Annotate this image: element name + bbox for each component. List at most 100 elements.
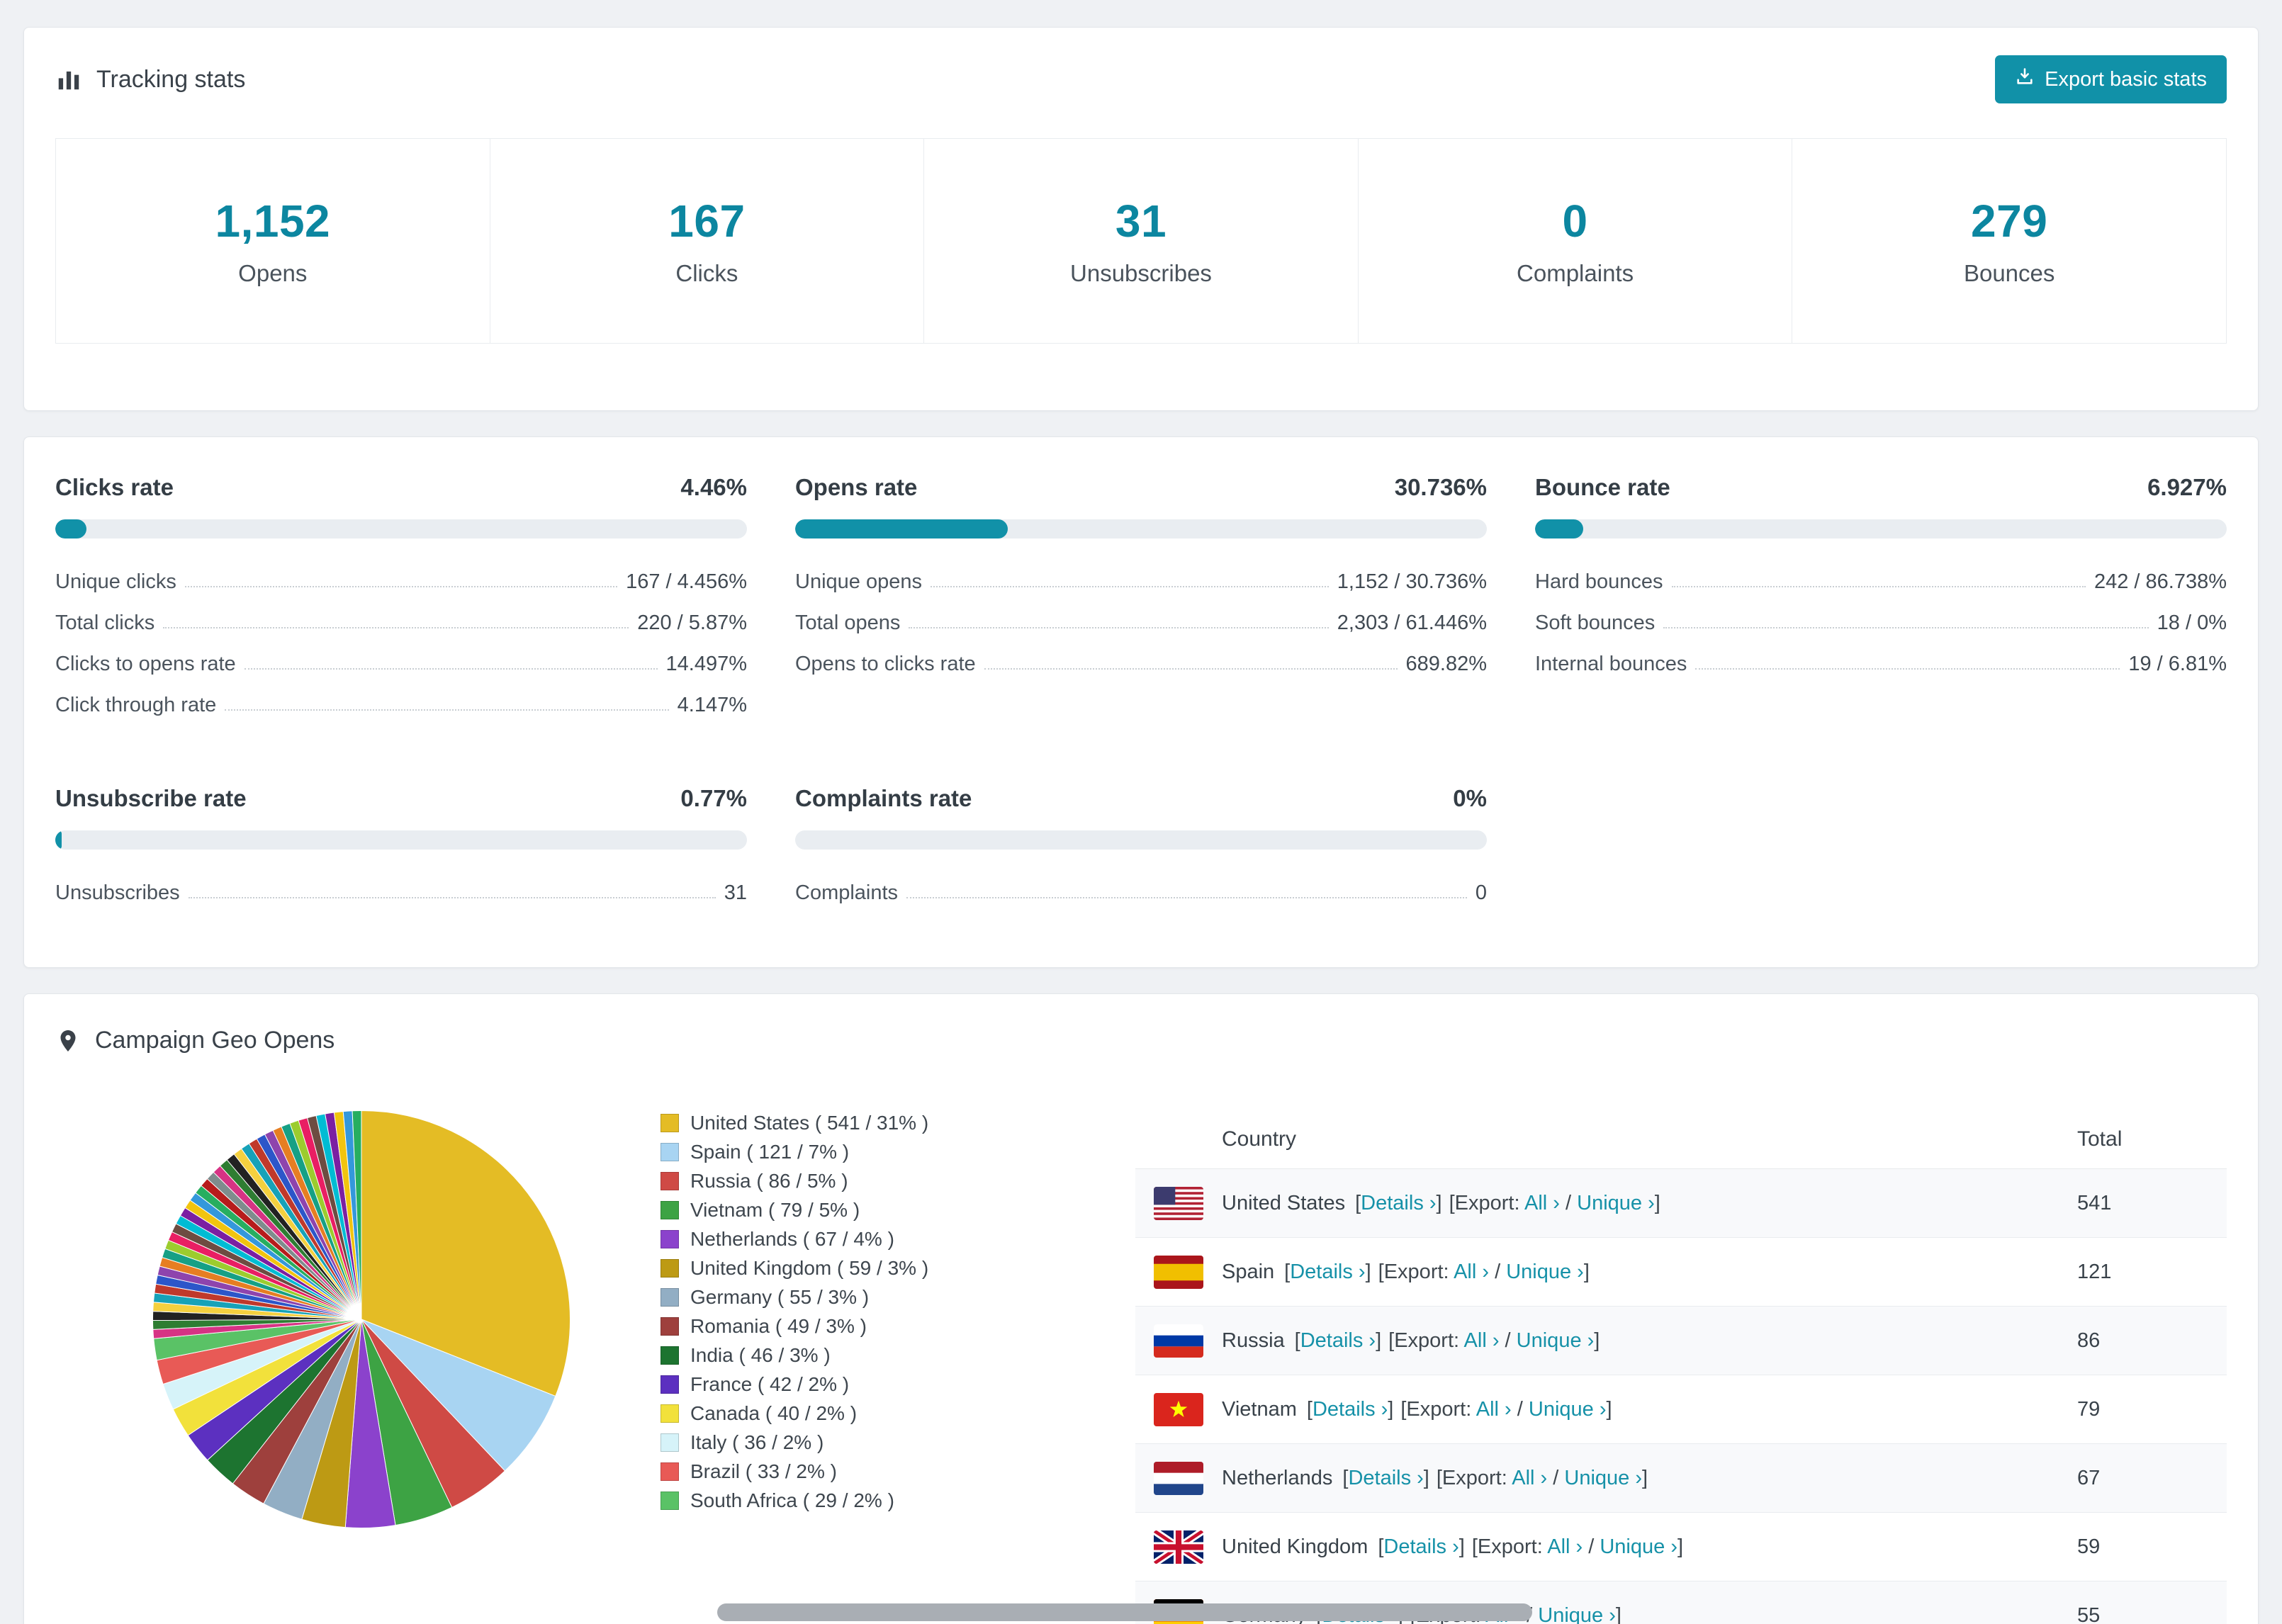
country-flag: [1154, 1392, 1203, 1426]
horizontal-scrollbar[interactable]: [717, 1603, 1532, 1621]
legend-swatch: [661, 1433, 679, 1452]
rate-progress-bar: [1535, 519, 2227, 538]
rate-block: Bounce rate 6.927% Hard bounces 242 / 86…: [1535, 474, 2227, 717]
legend-item[interactable]: South Africa ( 29 / 2% ): [661, 1486, 1029, 1515]
country-cell: Spain [Details ›] [Export: All › / Unique…: [1154, 1255, 2077, 1289]
country-total: 541: [2077, 1191, 2112, 1214]
legend-item[interactable]: France ( 42 / 2% ): [661, 1370, 1029, 1399]
stat-box: 31 Unsubscribes: [923, 139, 1358, 343]
export-all-link[interactable]: All ›: [1524, 1192, 1560, 1214]
legend-label: Vietnam ( 79 / 5% ): [690, 1198, 860, 1221]
stats-row: 1,152 Opens 167 Clicks 31 Unsubscribes 0…: [55, 138, 2227, 344]
export-unique-link[interactable]: Unique ›: [1506, 1261, 1584, 1283]
country-cell: United States [Details ›] [Export: All › …: [1154, 1186, 2077, 1220]
export-all-link[interactable]: All ›: [1547, 1535, 1583, 1558]
dotted-leader: [1671, 586, 2086, 587]
tracking-stats-title-text: Tracking stats: [96, 65, 246, 93]
legend-label: France ( 42 / 2% ): [690, 1372, 850, 1395]
dotted-leader: [244, 668, 658, 670]
stat-value: 31: [1115, 196, 1167, 247]
geo-table-body: United States [Details ›] [Export: All › …: [1135, 1169, 2227, 1624]
legend-item[interactable]: Germany ( 55 / 3% ): [661, 1282, 1029, 1312]
rate-progress-bar: [55, 519, 747, 538]
details-link[interactable]: Details ›: [1361, 1192, 1436, 1214]
rate-row: Soft bounces 18 / 0%: [1535, 594, 2227, 635]
export-unique-link[interactable]: Unique ›: [1517, 1329, 1595, 1352]
stat-value: 1,152: [215, 196, 331, 247]
legend-swatch: [661, 1491, 679, 1510]
rate-row: Internal bounces 19 / 6.81%: [1535, 635, 2227, 676]
export-unique-link[interactable]: Unique ›: [1600, 1535, 1677, 1558]
export-all-link[interactable]: All ›: [1464, 1329, 1500, 1352]
dotted-leader: [909, 627, 1329, 628]
legend-item[interactable]: Russia ( 86 / 5% ): [661, 1166, 1029, 1195]
rate-row-value: 31: [724, 881, 747, 904]
legend-label: Romania ( 49 / 3% ): [690, 1314, 867, 1337]
country-total: 121: [2077, 1260, 2112, 1283]
legend-item[interactable]: Canada ( 40 / 2% ): [661, 1399, 1029, 1428]
dotted-leader: [906, 897, 1467, 898]
details-link[interactable]: Details ›: [1348, 1467, 1423, 1489]
legend-swatch: [661, 1404, 679, 1423]
legend-swatch: [661, 1200, 679, 1219]
rate-row-value: 242 / 86.738%: [2093, 570, 2227, 593]
country-links: [Details ›][Export: All › / Unique ›]: [1306, 1397, 1612, 1421]
country-flag: [1154, 1530, 1203, 1564]
legend-item[interactable]: Italy ( 36 / 2% ): [661, 1428, 1029, 1457]
rate-row-value: 14.497%: [665, 653, 748, 675]
dotted-leader: [984, 668, 1398, 670]
dotted-leader: [225, 709, 669, 711]
rate-progress-fill: [1535, 519, 1583, 538]
geo-table-header: Country Total: [1135, 1110, 2227, 1169]
geo-pie-legend: United States ( 541 / 31% ) Spain ( 121 …: [661, 1100, 1029, 1624]
legend-swatch: [661, 1113, 679, 1132]
legend-item[interactable]: United States ( 541 / 31% ): [661, 1108, 1029, 1137]
legend-item[interactable]: Brazil ( 33 / 2% ): [661, 1457, 1029, 1486]
country-links: [Details ›][Export: All › / Unique ›]: [1378, 1535, 1684, 1558]
rate-row: Unique clicks 167 / 4.456%: [55, 553, 747, 594]
rate-row: Unique opens 1,152 / 30.736%: [795, 553, 1487, 594]
details-link[interactable]: Details ›: [1313, 1398, 1388, 1421]
export-basic-stats-button[interactable]: Export basic stats: [1995, 55, 2227, 103]
stat-label: Clicks: [675, 260, 738, 286]
details-link[interactable]: Details ›: [1300, 1329, 1376, 1352]
rate-value: 6.927%: [2147, 474, 2227, 500]
legend-label: India ( 46 / 3% ): [690, 1343, 831, 1366]
export-all-link[interactable]: All ›: [1476, 1398, 1512, 1421]
details-link[interactable]: Details ›: [1383, 1535, 1458, 1558]
export-unique-link[interactable]: Unique ›: [1529, 1398, 1607, 1421]
export-unique-link[interactable]: Unique ›: [1538, 1604, 1616, 1624]
rate-row: Clicks to opens rate 14.497%: [55, 635, 747, 676]
rate-row: Click through rate 4.147%: [55, 676, 747, 717]
stat-value: 0: [1562, 196, 1588, 247]
legend-item[interactable]: United Kingdom ( 59 / 3% ): [661, 1253, 1029, 1282]
rate-block: Complaints rate 0% Complaints 0: [795, 785, 1487, 905]
rate-head: Clicks rate 4.46%: [55, 474, 747, 502]
export-unique-link[interactable]: Unique ›: [1577, 1192, 1655, 1214]
legend-item[interactable]: Spain ( 121 / 7% ): [661, 1137, 1029, 1166]
geo-pie-chart[interactable]: [142, 1100, 581, 1539]
rate-progress-fill: [55, 519, 86, 538]
details-link[interactable]: Details ›: [1290, 1261, 1365, 1283]
legend-item[interactable]: Vietnam ( 79 / 5% ): [661, 1195, 1029, 1224]
export-icon: [2015, 67, 2035, 92]
country-cell: United Kingdom [Details ›] [Export: All ›…: [1154, 1530, 2077, 1564]
location-pin-icon: [55, 1028, 81, 1054]
rate-row-label: Complaints: [795, 881, 899, 904]
geo-opens-title: Campaign Geo Opens: [55, 1027, 2227, 1054]
legend-item[interactable]: India ( 46 / 3% ): [661, 1341, 1029, 1370]
export-all-link[interactable]: All ›: [1512, 1467, 1547, 1489]
legend-item[interactable]: Romania ( 49 / 3% ): [661, 1312, 1029, 1341]
geo-table-header-country: Country: [1222, 1127, 1297, 1151]
export-unique-link[interactable]: Unique ›: [1564, 1467, 1642, 1489]
rate-head: Complaints rate 0%: [795, 785, 1487, 813]
table-row: Spain [Details ›] [Export: All › / Unique…: [1135, 1238, 2227, 1307]
rate-row-label: Total clicks: [55, 611, 155, 634]
country-total: 55: [2077, 1603, 2101, 1624]
export-all-link[interactable]: All ›: [1454, 1261, 1489, 1283]
legend-label: Netherlands ( 67 / 4% ): [690, 1227, 894, 1250]
country-cell: Russia [Details ›] [Export: All › / Uniqu…: [1154, 1324, 2077, 1358]
stat-value: 167: [668, 196, 746, 247]
legend-item[interactable]: Netherlands ( 67 / 4% ): [661, 1224, 1029, 1253]
country-flag: [1154, 1186, 1203, 1220]
